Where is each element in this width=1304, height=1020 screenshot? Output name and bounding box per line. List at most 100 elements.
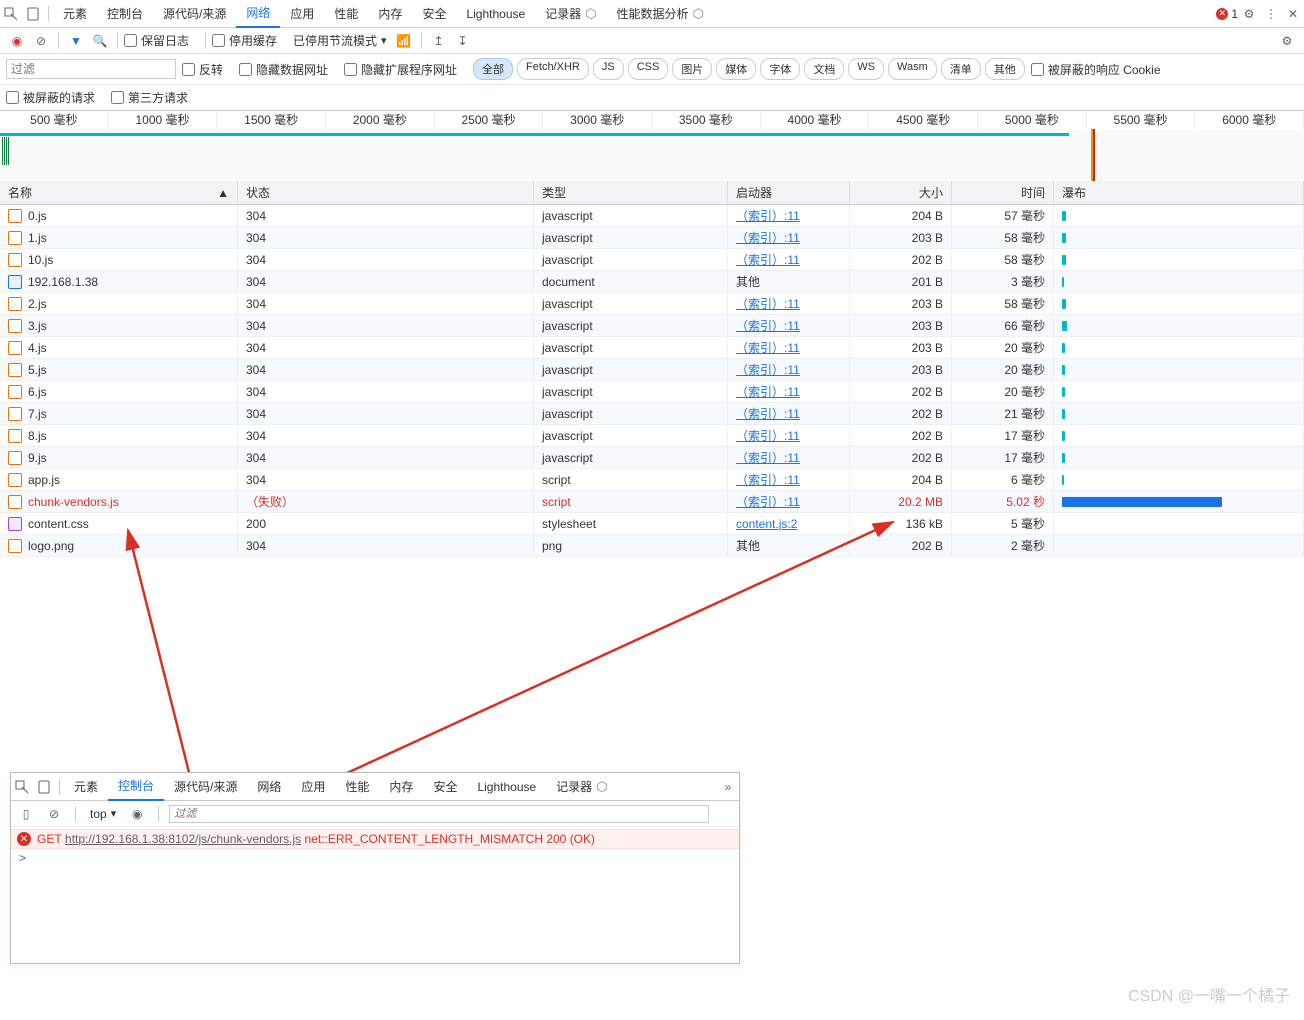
console-tab-控制台[interactable]: 控制台	[108, 773, 164, 801]
throttle-select[interactable]: 已停用节流模式 ▾	[289, 30, 391, 51]
pill-CSS[interactable]: CSS	[628, 58, 669, 80]
table-row[interactable]: 5.js304javascript（索引）:11203 B20 毫秒	[0, 359, 1304, 381]
initiator-link[interactable]: （索引）:11	[736, 207, 800, 224]
table-row[interactable]: 2.js304javascript（索引）:11203 B58 毫秒	[0, 293, 1304, 315]
table-row[interactable]: chunk-vendors.js（失败）script（索引）:1120.2 MB…	[0, 491, 1304, 513]
console-error-line[interactable]: ✕ GET http://192.168.1.38:8102/js/chunk-…	[11, 829, 739, 849]
console-tab-性能[interactable]: 性能	[335, 773, 379, 801]
initiator-link[interactable]: （索引）:11	[736, 471, 800, 488]
col-name[interactable]: 名称▲	[0, 181, 238, 204]
tab-性能[interactable]: 性能	[324, 0, 368, 28]
table-row[interactable]: 192.168.1.38304document其他201 B3 毫秒	[0, 271, 1304, 293]
initiator-link[interactable]: （索引）:11	[736, 251, 800, 268]
col-waterfall[interactable]: 瀑布	[1054, 181, 1304, 204]
col-status[interactable]: 状态	[238, 181, 534, 204]
error-url[interactable]: http://192.168.1.38:8102/js/chunk-vendor…	[65, 832, 301, 846]
pill-字体[interactable]: 字体	[760, 58, 800, 80]
close-icon[interactable]: ✕	[1282, 3, 1304, 25]
tab-性能数据分析[interactable]: 性能数据分析⬡	[607, 0, 714, 28]
console-tab-Lighthouse[interactable]: Lighthouse	[467, 773, 546, 801]
hide-data-urls-checkbox[interactable]: 隐藏数据网址	[239, 61, 328, 78]
search-icon[interactable]: 🔍	[89, 30, 111, 52]
device-icon[interactable]	[22, 3, 44, 25]
col-size[interactable]: 大小	[850, 181, 952, 204]
console-tab-记录器[interactable]: 记录器⬡	[546, 773, 617, 801]
table-row[interactable]: content.css200stylesheetcontent.js:2136 …	[0, 513, 1304, 535]
table-row[interactable]: 8.js304javascript（索引）:11202 B17 毫秒	[0, 425, 1304, 447]
table-row[interactable]: 6.js304javascript（索引）:11202 B20 毫秒	[0, 381, 1304, 403]
pill-其他[interactable]: 其他	[985, 58, 1025, 80]
blocked-cookie-checkbox[interactable]: 被屏蔽的响应 Cookie	[1031, 61, 1161, 78]
third-party-checkbox[interactable]: 第三方请求	[111, 89, 188, 106]
initiator-link[interactable]: （索引）:11	[736, 339, 800, 356]
expand-icon[interactable]: »	[717, 776, 739, 798]
table-row[interactable]: 9.js304javascript（索引）:11202 B17 毫秒	[0, 447, 1304, 469]
tab-控制台[interactable]: 控制台	[97, 0, 153, 28]
tab-记录器[interactable]: 记录器⬡	[535, 0, 606, 28]
initiator-link[interactable]: （索引）:11	[736, 493, 800, 510]
console-filter-input[interactable]	[169, 805, 709, 823]
blocked-req-checkbox[interactable]: 被屏蔽的请求	[6, 89, 95, 106]
tab-网络[interactable]: 网络	[236, 0, 280, 28]
filter-input[interactable]	[6, 59, 176, 79]
device-icon[interactable]	[33, 776, 55, 798]
record-icon[interactable]: ◉	[6, 30, 28, 52]
disable-cache-checkbox[interactable]: 停用缓存	[212, 32, 277, 49]
wifi-icon[interactable]: 📶	[393, 30, 415, 52]
initiator-link[interactable]: content.js:2	[736, 517, 797, 531]
tab-Lighthouse[interactable]: Lighthouse	[456, 0, 535, 28]
initiator-link[interactable]: （索引）:11	[736, 229, 800, 246]
download-icon[interactable]: ↧	[452, 30, 474, 52]
tab-应用[interactable]: 应用	[280, 0, 324, 28]
initiator-link[interactable]: （索引）:11	[736, 295, 800, 312]
pill-文档[interactable]: 文档	[804, 58, 844, 80]
initiator-link[interactable]: （索引）:11	[736, 449, 800, 466]
table-row[interactable]: 4.js304javascript（索引）:11203 B20 毫秒	[0, 337, 1304, 359]
upload-icon[interactable]: ↥	[428, 30, 450, 52]
settings-icon[interactable]: ⚙	[1238, 3, 1260, 25]
tab-安全[interactable]: 安全	[412, 0, 456, 28]
col-type[interactable]: 类型	[534, 181, 728, 204]
inspect-icon[interactable]	[11, 776, 33, 798]
initiator-link[interactable]: （索引）:11	[736, 405, 800, 422]
pill-清单[interactable]: 清单	[941, 58, 981, 80]
pill-图片[interactable]: 图片	[672, 58, 712, 80]
console-tab-元素[interactable]: 元素	[64, 773, 108, 801]
console-sidebar-icon[interactable]: ▯	[15, 803, 37, 825]
table-row[interactable]: 7.js304javascript（索引）:11202 B21 毫秒	[0, 403, 1304, 425]
invert-checkbox[interactable]: 反转	[182, 61, 223, 78]
console-prompt[interactable]: >	[11, 849, 739, 867]
filter-icon[interactable]: ▼	[65, 30, 87, 52]
table-row[interactable]: app.js304script（索引）:11204 B6 毫秒	[0, 469, 1304, 491]
pill-媒体[interactable]: 媒体	[716, 58, 756, 80]
error-badge[interactable]: ✕1	[1216, 7, 1238, 21]
pill-Wasm[interactable]: Wasm	[888, 58, 937, 80]
pill-WS[interactable]: WS	[848, 58, 884, 80]
table-row[interactable]: 10.js304javascript（索引）:11202 B58 毫秒	[0, 249, 1304, 271]
console-tab-源代码/来源[interactable]: 源代码/来源	[164, 773, 247, 801]
scope-select[interactable]: top ▾	[86, 805, 120, 823]
settings-gear-icon[interactable]: ⚙	[1276, 30, 1298, 52]
console-tab-应用[interactable]: 应用	[291, 773, 335, 801]
table-row[interactable]: logo.png304png其他202 B2 毫秒	[0, 535, 1304, 557]
pill-全部[interactable]: 全部	[473, 58, 513, 80]
initiator-link[interactable]: （索引）:11	[736, 361, 800, 378]
preserve-log-checkbox[interactable]: 保留日志	[124, 32, 189, 49]
console-tab-内存[interactable]: 内存	[379, 773, 423, 801]
pill-JS[interactable]: JS	[593, 58, 624, 80]
table-row[interactable]: 1.js304javascript（索引）:11203 B58 毫秒	[0, 227, 1304, 249]
tab-元素[interactable]: 元素	[53, 0, 97, 28]
initiator-link[interactable]: （索引）:11	[736, 383, 800, 400]
pill-Fetch/XHR[interactable]: Fetch/XHR	[517, 58, 589, 80]
inspect-icon[interactable]	[0, 3, 22, 25]
hide-ext-urls-checkbox[interactable]: 隐藏扩展程序网址	[344, 61, 457, 78]
tab-内存[interactable]: 内存	[368, 0, 412, 28]
timeline-overview[interactable]: 500 毫秒1000 毫秒1500 毫秒2000 毫秒2500 毫秒3000 毫…	[0, 111, 1304, 181]
col-initiator[interactable]: 启动器	[728, 181, 850, 204]
more-icon[interactable]: ⋮	[1260, 3, 1282, 25]
initiator-link[interactable]: （索引）:11	[736, 427, 800, 444]
console-tab-网络[interactable]: 网络	[247, 773, 291, 801]
table-row[interactable]: 0.js304javascript（索引）:11204 B57 毫秒	[0, 205, 1304, 227]
console-tab-安全[interactable]: 安全	[423, 773, 467, 801]
eye-icon[interactable]: ◉	[126, 803, 148, 825]
